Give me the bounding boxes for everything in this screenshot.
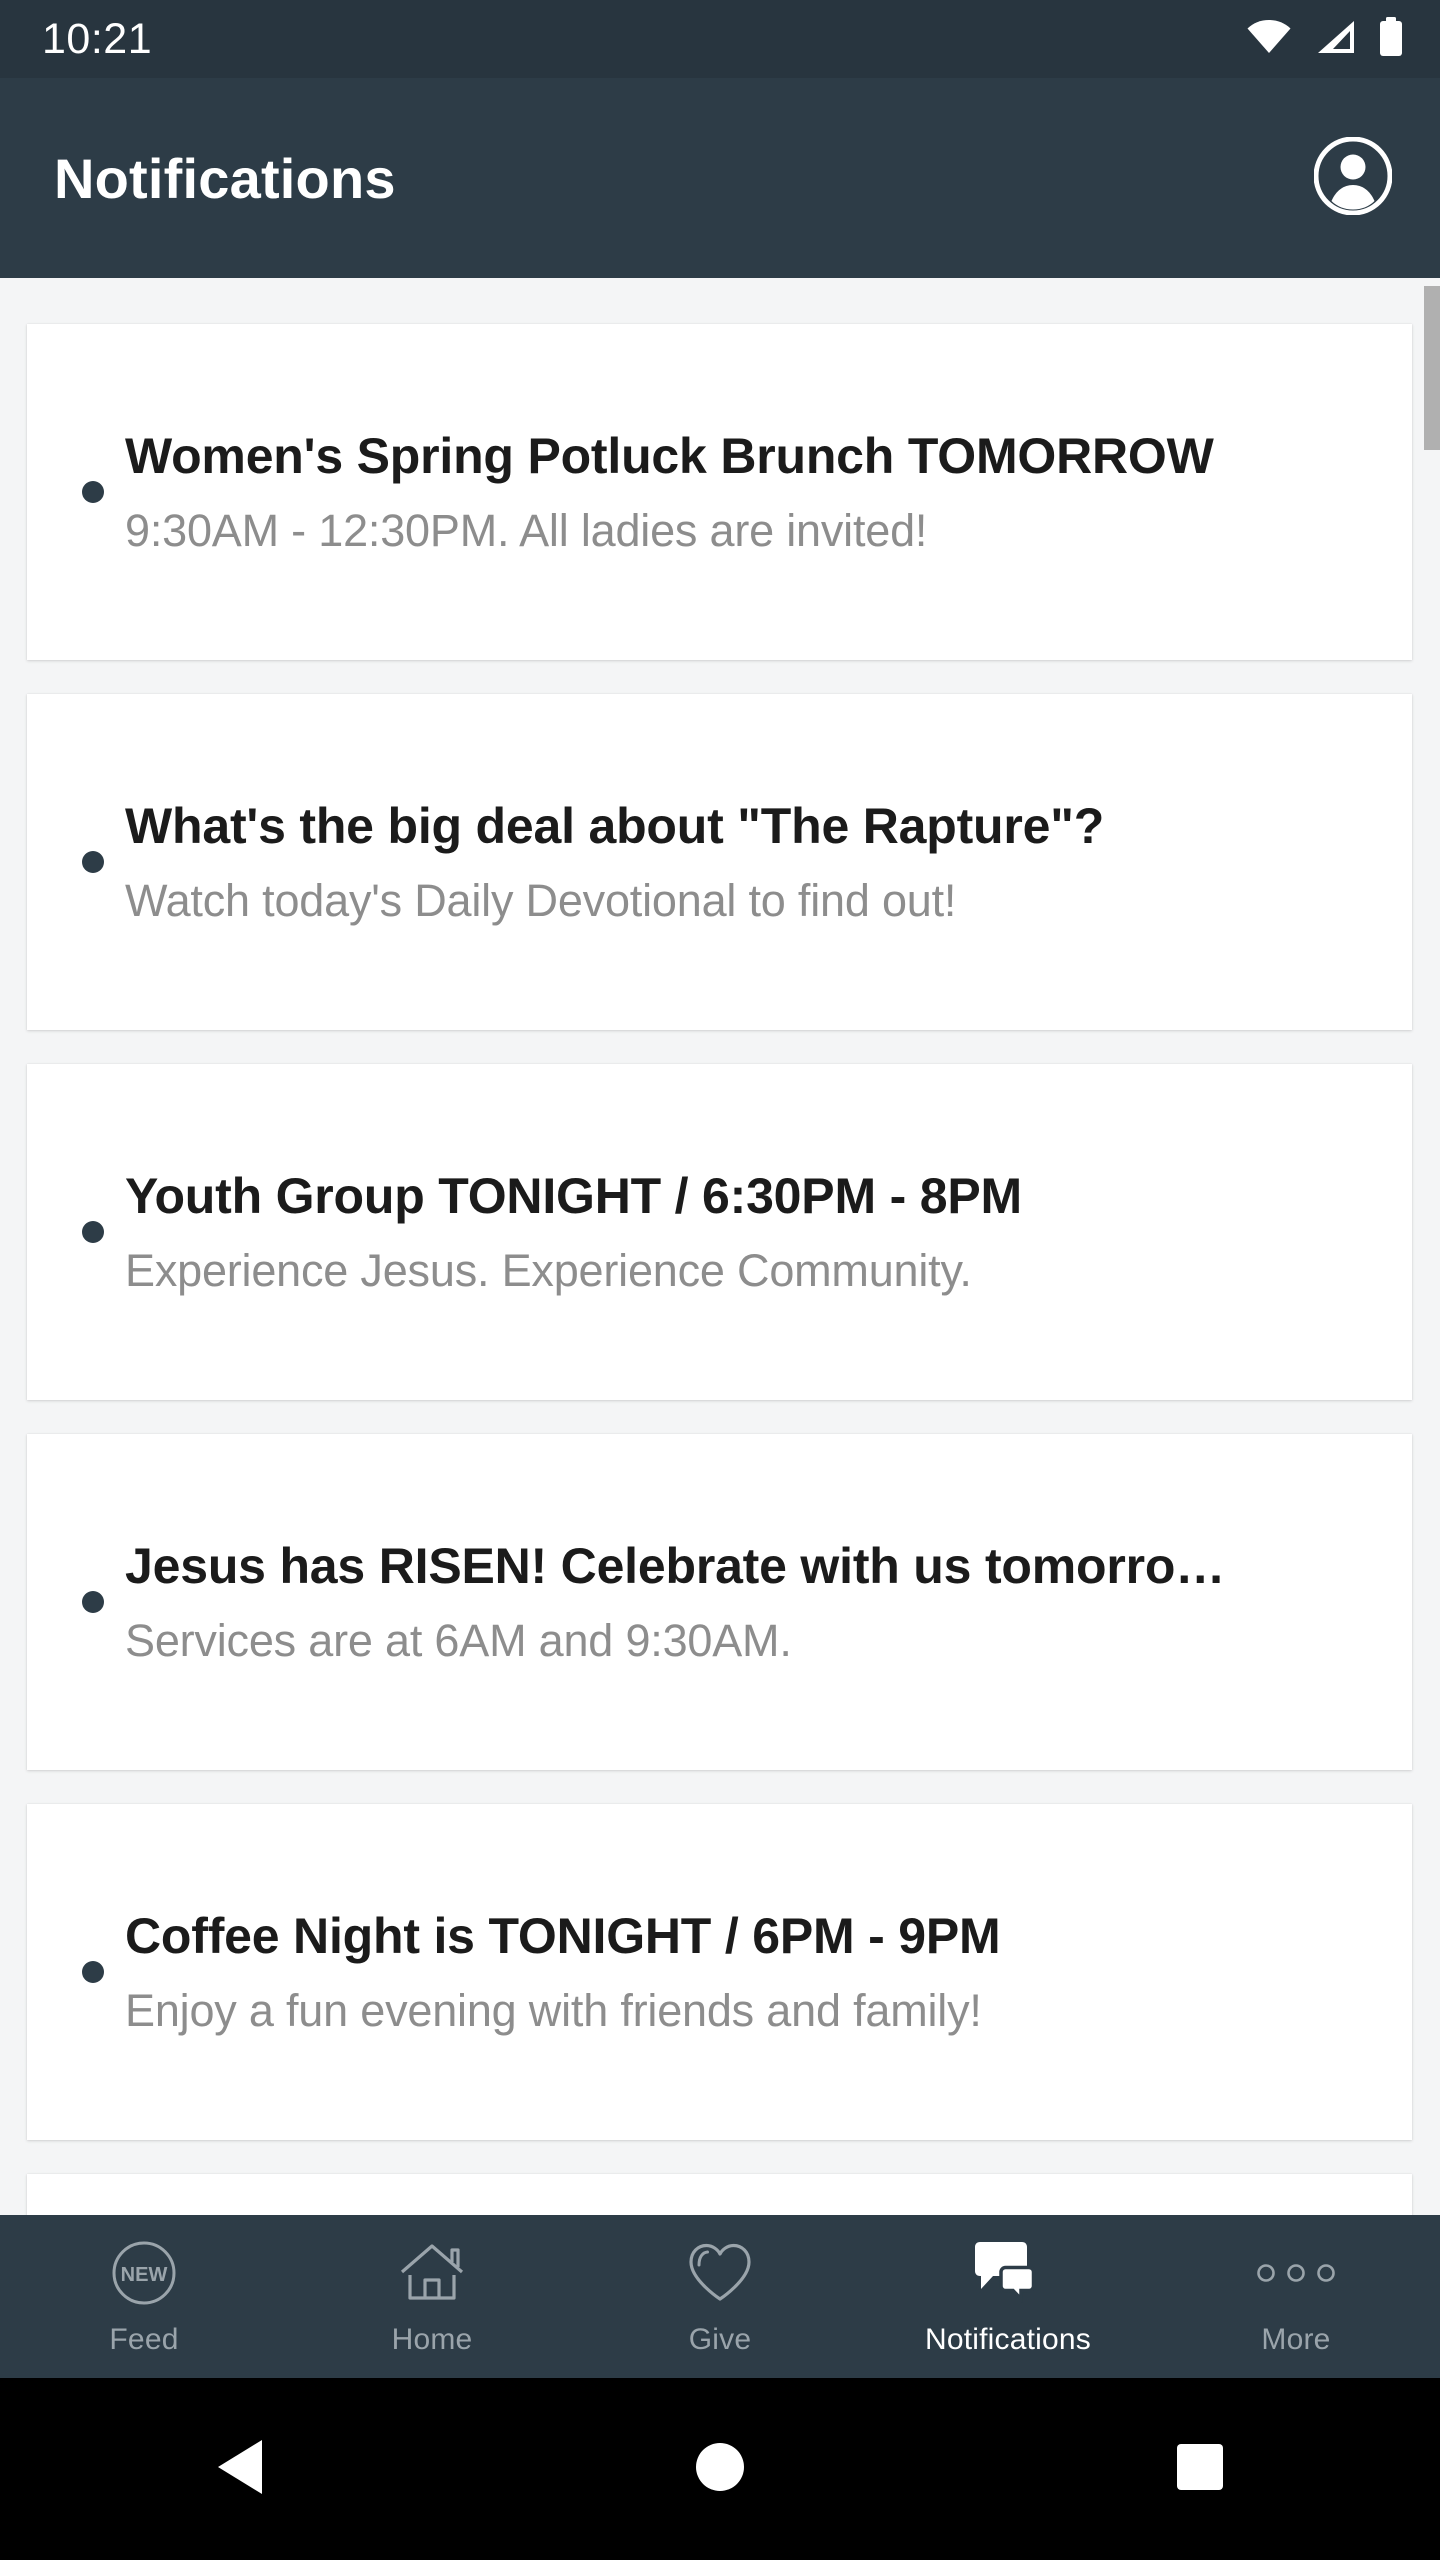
- home-icon: [398, 2237, 466, 2309]
- unread-dot-icon: [82, 481, 104, 503]
- status-bar-clock: 10:21: [42, 14, 153, 63]
- account-button[interactable]: [1310, 135, 1396, 221]
- app-bar: Notifications: [0, 78, 1440, 278]
- home-button[interactable]: [480, 2441, 960, 2498]
- feed-new-circle-icon: NEW: [111, 2237, 177, 2309]
- phone-screen: 10:21 Notifications Women's Spring Potlu…: [0, 0, 1440, 2560]
- nav-label-give: Give: [688, 2322, 752, 2356]
- status-bar-icons: [1246, 16, 1404, 62]
- notification-subtitle: Enjoy a fun evening with friends and fam…: [125, 1985, 982, 2036]
- notification-subtitle: 9:30AM - 12:30PM. All ladies are invited…: [125, 505, 928, 556]
- notification-card[interactable]: Coffee Night is TONIGHT / 6PM - 9PM Enjo…: [27, 1804, 1412, 2140]
- notification-title: What's the big deal about "The Rapture"?: [125, 797, 1105, 854]
- nav-item-home[interactable]: Home: [288, 2215, 576, 2378]
- notification-card[interactable]: Youth Group TONIGHT / 6:30PM - 8PM Exper…: [27, 1064, 1412, 1400]
- heart-icon: [687, 2237, 753, 2309]
- notifications-scroll-area[interactable]: Women's Spring Potluck Brunch TOMORROW 9…: [0, 278, 1440, 2215]
- notification-title: Youth Group TONIGHT / 6:30PM - 8PM: [125, 1167, 1022, 1224]
- account-circle-icon: [1313, 136, 1393, 220]
- svg-text:NEW: NEW: [121, 2264, 168, 2286]
- unread-dot-icon: [82, 1961, 104, 1983]
- unread-dot-icon: [82, 851, 104, 873]
- unread-dot-icon: [82, 1221, 104, 1243]
- notification-title: Jesus has RISEN! Celebrate with us tomor…: [125, 1537, 1225, 1594]
- nav-label-home: Home: [391, 2322, 473, 2356]
- nav-item-notifications[interactable]: Notifications: [864, 2215, 1152, 2378]
- chat-bubbles-icon: [971, 2237, 1045, 2309]
- status-bar: 10:21: [0, 0, 1440, 78]
- notification-subtitle: Watch today's Daily Devotional to find o…: [125, 875, 957, 926]
- notification-subtitle: Experience Jesus. Experience Community.: [125, 1245, 972, 1296]
- battery-icon: [1378, 16, 1404, 62]
- circle-home-icon: [694, 2441, 746, 2498]
- android-navigation-bar: [0, 2378, 1440, 2560]
- notification-title: Women's Spring Potluck Brunch TOMORROW: [125, 427, 1214, 484]
- notification-card[interactable]: [27, 2174, 1412, 2215]
- bottom-navigation-bar: NEW Feed Home Give Notifications More: [0, 2215, 1440, 2378]
- nav-label-notifications: Notifications: [924, 2322, 1091, 2356]
- unread-dot-icon: [82, 1591, 104, 1613]
- notification-subtitle: Services are at 6AM and 9:30AM.: [125, 1615, 792, 1666]
- wifi-icon: [1246, 19, 1292, 60]
- scrollbar[interactable]: [1424, 278, 1440, 2215]
- nav-label-feed: Feed: [109, 2322, 179, 2356]
- cellular-signal-icon: [1314, 19, 1356, 60]
- square-recents-icon: [1175, 2442, 1225, 2497]
- notifications-list: Women's Spring Potluck Brunch TOMORROW 9…: [0, 278, 1440, 2215]
- notification-card[interactable]: Jesus has RISEN! Celebrate with us tomor…: [27, 1434, 1412, 1770]
- scrollbar-thumb[interactable]: [1424, 286, 1440, 450]
- nav-item-more[interactable]: More: [1152, 2215, 1440, 2378]
- triangle-back-icon: [214, 2438, 266, 2501]
- notification-card[interactable]: Women's Spring Potluck Brunch TOMORROW 9…: [27, 324, 1412, 660]
- recents-button[interactable]: [960, 2442, 1440, 2497]
- page-title: Notifications: [54, 146, 396, 210]
- nav-label-more: More: [1261, 2322, 1331, 2356]
- more-dots-icon: [1256, 2237, 1336, 2309]
- back-button[interactable]: [0, 2438, 480, 2501]
- nav-item-give[interactable]: Give: [576, 2215, 864, 2378]
- notification-title: Coffee Night is TONIGHT / 6PM - 9PM: [125, 1907, 1001, 1964]
- notification-card[interactable]: What's the big deal about "The Rapture"?…: [27, 694, 1412, 1030]
- nav-item-feed[interactable]: NEW Feed: [0, 2215, 288, 2378]
